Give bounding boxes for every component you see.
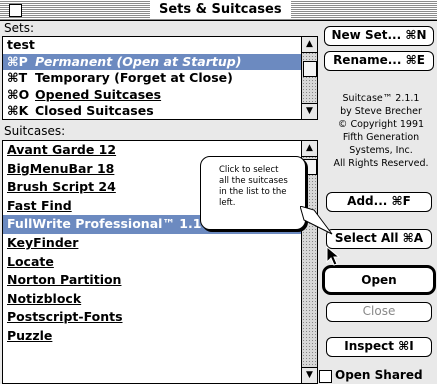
- balloon-line: in the list to the: [219, 187, 287, 197]
- inspect-button[interactable]: Inspect ⌘I: [326, 337, 432, 357]
- info-line: by Steve Brecher: [340, 106, 422, 117]
- balloon-tail: [300, 206, 333, 235]
- set-name: Closed Suitcases: [35, 103, 154, 118]
- suitcase-row[interactable]: Notizblock: [3, 290, 301, 309]
- sets-list[interactable]: test ⌘P Permanent (Open at Startup) ⌘T Tempo…: [2, 36, 318, 120]
- scroll-thumb[interactable]: [303, 61, 317, 77]
- info-line: Suitcase™ 2.1.1: [342, 93, 420, 104]
- open-shared-checkbox[interactable]: [319, 370, 332, 383]
- set-name: Permanent (Open at Startup): [35, 53, 242, 69]
- scroll-down-arrow-icon[interactable]: ▼: [302, 103, 317, 119]
- set-row[interactable]: ⌘K Closed Suitcases: [3, 103, 301, 119]
- set-row[interactable]: ⌘O Opened Suitcases: [3, 87, 301, 104]
- sets-scrollbar[interactable]: ▲ ▼: [301, 37, 317, 119]
- set-name: test: [7, 37, 35, 52]
- suitcase-row[interactable]: Norton Partition: [3, 271, 301, 290]
- set-shortcut: ⌘O: [7, 86, 30, 102]
- suitcase-row[interactable]: Puzzle: [3, 327, 301, 346]
- balloon-line: left.: [219, 198, 236, 208]
- select-all-button[interactable]: Select All ⌘A: [326, 229, 432, 249]
- title-bar[interactable]: Sets & Suitcases: [0, 0, 437, 21]
- set-shortcut: ⌘P: [7, 53, 28, 69]
- sets-label: Sets:: [4, 21, 34, 35]
- rename-button[interactable]: Rename... ⌘E: [324, 51, 434, 71]
- balloon-line: Click to select: [219, 165, 279, 175]
- sets-rows: test ⌘P Permanent (Open at Startup) ⌘T Tempo…: [3, 37, 301, 119]
- suitcase-row[interactable]: Locate: [3, 253, 301, 272]
- suitcases-label: Suitcases:: [4, 124, 66, 138]
- close-box[interactable]: [9, 4, 22, 17]
- suitcase-row[interactable]: KeyFinder: [3, 234, 301, 253]
- sets-suitcases-window: Sets & Suitcases Sets: test ⌘P Permanent (…: [0, 0, 437, 384]
- open-button[interactable]: Open: [322, 265, 436, 295]
- open-shared-label: Open Shared: [335, 368, 423, 382]
- info-line: Fifth Generation: [342, 132, 420, 143]
- set-row[interactable]: test: [3, 37, 301, 54]
- balloon-line: all the suitcases: [219, 176, 288, 186]
- new-set-button[interactable]: New Set... ⌘N: [324, 26, 434, 46]
- set-row[interactable]: ⌘P Permanent (Open at Startup): [3, 53, 301, 70]
- set-row[interactable]: ⌘T Temporary (Forget at Close): [3, 70, 301, 87]
- close-button[interactable]: Close: [326, 302, 432, 322]
- set-shortcut: ⌘T: [7, 70, 28, 85]
- scroll-down-arrow-icon[interactable]: ▼: [302, 367, 317, 383]
- set-shortcut: ⌘K: [7, 103, 29, 118]
- info-line: All Rights Reserved.: [333, 158, 429, 169]
- add-button[interactable]: Add... ⌘F: [326, 192, 432, 212]
- help-balloon: Click to select all the suitcases in the…: [200, 156, 306, 230]
- info-line: © Copyright 1991: [337, 119, 425, 130]
- info-line: Systems, Inc.: [349, 145, 413, 156]
- arrow-cursor-icon: [326, 246, 340, 266]
- scroll-up-arrow-icon[interactable]: ▲: [302, 141, 317, 157]
- window-title: Sets & Suitcases: [150, 1, 291, 18]
- scroll-up-arrow-icon[interactable]: ▲: [302, 37, 317, 53]
- about-info: Suitcase™ 2.1.1 by Steve Brecher © Copyr…: [325, 92, 437, 170]
- set-name: Opened Suitcases: [35, 86, 162, 102]
- suitcase-row[interactable]: Postscript-Fonts: [3, 308, 301, 327]
- set-name: Temporary (Forget at Close): [35, 70, 233, 85]
